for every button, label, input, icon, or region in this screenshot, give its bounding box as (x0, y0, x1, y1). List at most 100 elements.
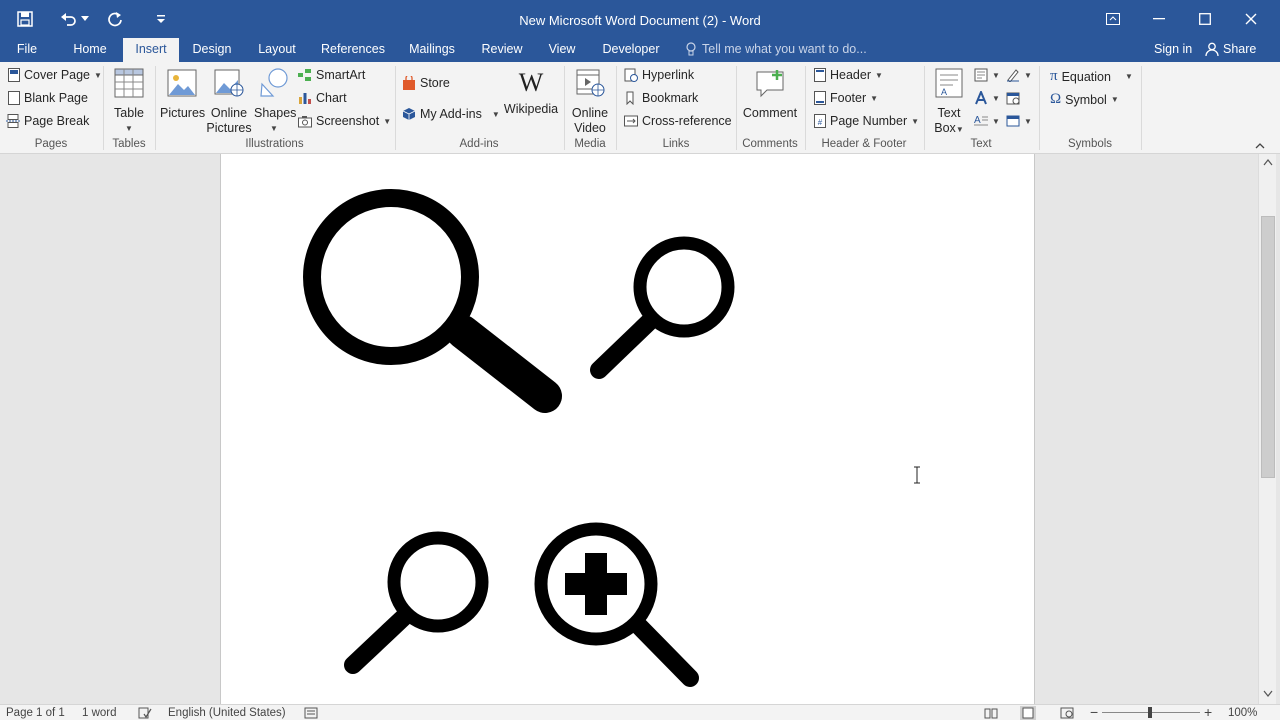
tell-me-box[interactable]: Tell me what you want to do... (686, 42, 867, 56)
window-title: New Microsoft Word Document (2) - Word (519, 13, 761, 28)
hyperlink-button[interactable]: Hyperlink (624, 68, 694, 82)
chart-button[interactable]: Chart (298, 91, 347, 105)
language-indicator[interactable]: English (United States) (168, 707, 286, 719)
store-button[interactable]: Store (402, 76, 450, 90)
maximize-icon[interactable] (1182, 0, 1228, 38)
store-icon (403, 76, 415, 90)
proofing-icon[interactable] (138, 707, 152, 719)
scroll-down-icon[interactable] (1263, 690, 1273, 698)
comment-label: Comment (742, 106, 798, 120)
wordart-button[interactable]: ▼ (974, 91, 1000, 105)
shapes-button[interactable]: Shapes ▼ (254, 68, 296, 136)
scrollbar-thumb[interactable] (1261, 216, 1275, 478)
text-box-button[interactable]: A Text Box▼ (930, 68, 968, 137)
tab-developer[interactable]: Developer (598, 38, 664, 62)
web-layout-icon[interactable] (1060, 707, 1074, 719)
scroll-up-icon[interactable] (1263, 158, 1273, 166)
share-button[interactable]: Share (1205, 42, 1256, 56)
cover-page-button[interactable]: Cover Page ▼ (8, 68, 102, 82)
pictures-button[interactable]: Pictures (160, 68, 206, 121)
online-video-button[interactable]: Online Video (568, 68, 612, 136)
zoom-in-magnifier-icon[interactable] (534, 522, 699, 687)
print-layout-icon[interactable] (1020, 706, 1036, 720)
table-button[interactable]: Table ▼ (108, 68, 150, 136)
symbol-label: Symbol (1065, 92, 1107, 107)
zoom-out-button[interactable]: − (1090, 704, 1098, 720)
chevron-down-icon: ▼ (992, 93, 1000, 103)
chevron-down-icon: ▼ (911, 116, 920, 126)
document-page[interactable] (220, 154, 1035, 704)
footer-button[interactable]: Footer ▼ (814, 91, 878, 105)
smartart-icon (298, 69, 311, 81)
signature-line-button[interactable]: ▼ (1006, 68, 1032, 82)
chevron-down-icon: ▼ (94, 70, 102, 80)
word-count[interactable]: 1 word (82, 707, 117, 719)
smartart-button[interactable]: SmartArt (298, 68, 365, 82)
tab-review[interactable]: Review (476, 38, 528, 62)
online-pictures-button[interactable]: Online Pictures (206, 68, 252, 136)
chart-label: Chart (316, 91, 347, 105)
vertical-scrollbar[interactable] (1258, 154, 1276, 704)
object-button[interactable]: ▼ (1006, 114, 1032, 128)
pictures-label: Pictures (160, 106, 206, 120)
zoom-level[interactable]: 100% (1228, 707, 1257, 719)
read-mode-icon[interactable] (984, 707, 998, 719)
status-bar: Page 1 of 1 1 word English (United State… (0, 704, 1280, 720)
date-time-button[interactable] (1006, 91, 1020, 105)
equation-button[interactable]: π Equation ▼ (1050, 68, 1133, 85)
chevron-down-icon: ▼ (270, 124, 278, 133)
picture-icon (167, 69, 197, 97)
hyperlink-icon (624, 68, 638, 82)
minimize-icon[interactable] (1136, 0, 1182, 38)
page-break-icon (6, 114, 20, 128)
cross-reference-button[interactable]: Cross-reference (624, 114, 732, 128)
tab-insert[interactable]: Insert (123, 38, 179, 62)
drop-cap-button[interactable]: A ▼ (974, 114, 1000, 128)
close-icon[interactable] (1228, 0, 1274, 38)
group-label-links: Links (662, 138, 690, 150)
screenshot-button[interactable]: Screenshot ▼ (298, 114, 391, 128)
comment-button[interactable]: Comment (740, 68, 800, 121)
tab-references[interactable]: References (318, 38, 388, 62)
collapse-ribbon-icon[interactable] (1254, 140, 1266, 150)
page-number-button[interactable]: # Page Number ▼ (814, 114, 919, 128)
bookmark-button[interactable]: Bookmark (624, 91, 698, 105)
wikipedia-button[interactable]: W Wikipedia (502, 68, 560, 117)
macro-record-icon[interactable] (304, 707, 318, 719)
zoom-in-button[interactable]: + (1204, 704, 1212, 720)
tab-mailings[interactable]: Mailings (402, 38, 462, 62)
ribbon-display-options-icon[interactable] (1090, 0, 1136, 38)
svg-text:A: A (974, 115, 981, 126)
header-button[interactable]: Header ▼ (814, 68, 883, 82)
magnifier-large-icon[interactable] (303, 189, 562, 413)
magnifier-medium-icon[interactable] (590, 236, 735, 379)
symbol-button[interactable]: Ω Symbol ▼ (1050, 91, 1119, 108)
cover-page-label: Cover Page (24, 68, 91, 82)
chevron-down-icon: ▼ (992, 116, 1000, 126)
page-break-button[interactable]: Page Break (6, 114, 89, 128)
quick-parts-button[interactable]: ▼ (974, 68, 1000, 82)
object-icon (1006, 115, 1020, 127)
tab-file[interactable]: File (6, 38, 48, 62)
chevron-down-icon: ▼ (875, 70, 883, 80)
table-label: Table (114, 106, 144, 120)
cross-reference-icon (624, 115, 638, 127)
tell-me-placeholder: Tell me what you want to do... (702, 42, 867, 56)
cross-reference-label: Cross-reference (642, 114, 732, 128)
cover-page-icon (8, 68, 20, 82)
tab-design[interactable]: Design (186, 38, 238, 62)
tab-view[interactable]: View (542, 38, 582, 62)
shapes-icon (260, 68, 288, 97)
zoom-slider-thumb[interactable] (1148, 707, 1152, 718)
store-label: Store (420, 76, 450, 90)
magnifier-small-icon[interactable] (344, 531, 489, 674)
footer-label: Footer (830, 91, 867, 105)
pi-icon: π (1050, 68, 1058, 84)
page-count[interactable]: Page 1 of 1 (6, 707, 65, 719)
blank-page-button[interactable]: Blank Page (8, 91, 88, 105)
sign-in-link[interactable]: Sign in (1154, 42, 1192, 56)
comment-icon (756, 70, 784, 98)
my-addins-button[interactable]: My Add-ins ▼ (402, 107, 500, 121)
tab-layout[interactable]: Layout (250, 38, 304, 62)
tab-home[interactable]: Home (64, 38, 116, 62)
